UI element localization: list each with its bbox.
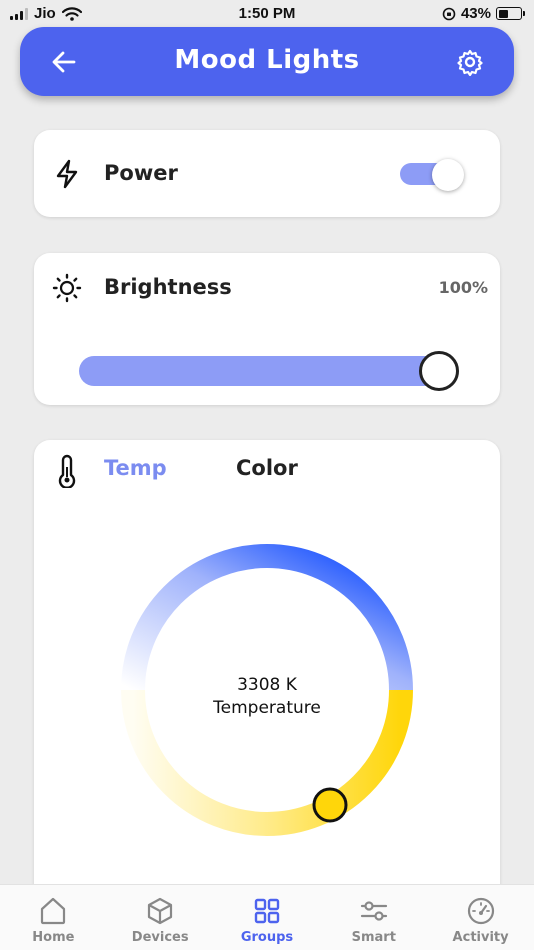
cool-arc <box>121 544 413 691</box>
nav-label: Home <box>32 930 75 945</box>
nav-home[interactable]: Home <box>0 885 107 950</box>
nav-activity[interactable]: Activity <box>427 885 534 950</box>
cube-icon <box>148 897 173 925</box>
app-header: Mood Lights <box>20 27 514 96</box>
temperature-caption: Temperature <box>213 698 321 718</box>
gauge-icon <box>467 897 494 925</box>
orientation-lock-icon <box>442 7 456 20</box>
sliders-icon <box>360 901 387 921</box>
sun-icon <box>52 273 82 303</box>
temperature-card: Temp Color 3308 K Temperature <box>34 440 500 900</box>
gear-icon[interactable] <box>456 48 484 76</box>
temperature-value: 3308 K <box>237 675 297 695</box>
power-card: Power <box>34 130 500 217</box>
home-icon <box>41 897 66 925</box>
status-bar: Jio 1:50 PM 43% <box>0 0 534 28</box>
nav-smart[interactable]: Smart <box>320 885 427 950</box>
power-toggle[interactable] <box>400 159 464 191</box>
battery-icon <box>496 7 525 20</box>
brightness-slider[interactable] <box>79 351 459 391</box>
status-right: 43% <box>442 5 525 22</box>
lightning-icon <box>56 159 78 189</box>
toggle-knob <box>432 159 464 191</box>
brightness-label: Brightness <box>104 275 232 299</box>
nav-label: Groups <box>240 930 294 945</box>
nav-label: Devices <box>131 930 189 945</box>
nav-label: Activity <box>452 930 509 945</box>
slider-track <box>79 356 449 386</box>
nav-devices[interactable]: Devices <box>107 885 214 950</box>
bottom-nav: Home Devices Groups Smart Activity <box>0 884 534 950</box>
page-title: Mood Lights <box>174 45 360 75</box>
grid-icon <box>254 898 280 924</box>
nav-label: Smart <box>351 930 396 945</box>
temperature-handle <box>312 787 348 823</box>
slider-thumb[interactable] <box>419 351 459 391</box>
brightness-card: Brightness 100% <box>34 253 500 405</box>
temperature-wheel[interactable] <box>34 440 500 900</box>
power-label: Power <box>104 161 178 185</box>
nav-groups[interactable]: Groups <box>214 885 321 950</box>
brightness-value: 100% <box>438 278 488 297</box>
battery-percent: 43% <box>460 5 491 22</box>
